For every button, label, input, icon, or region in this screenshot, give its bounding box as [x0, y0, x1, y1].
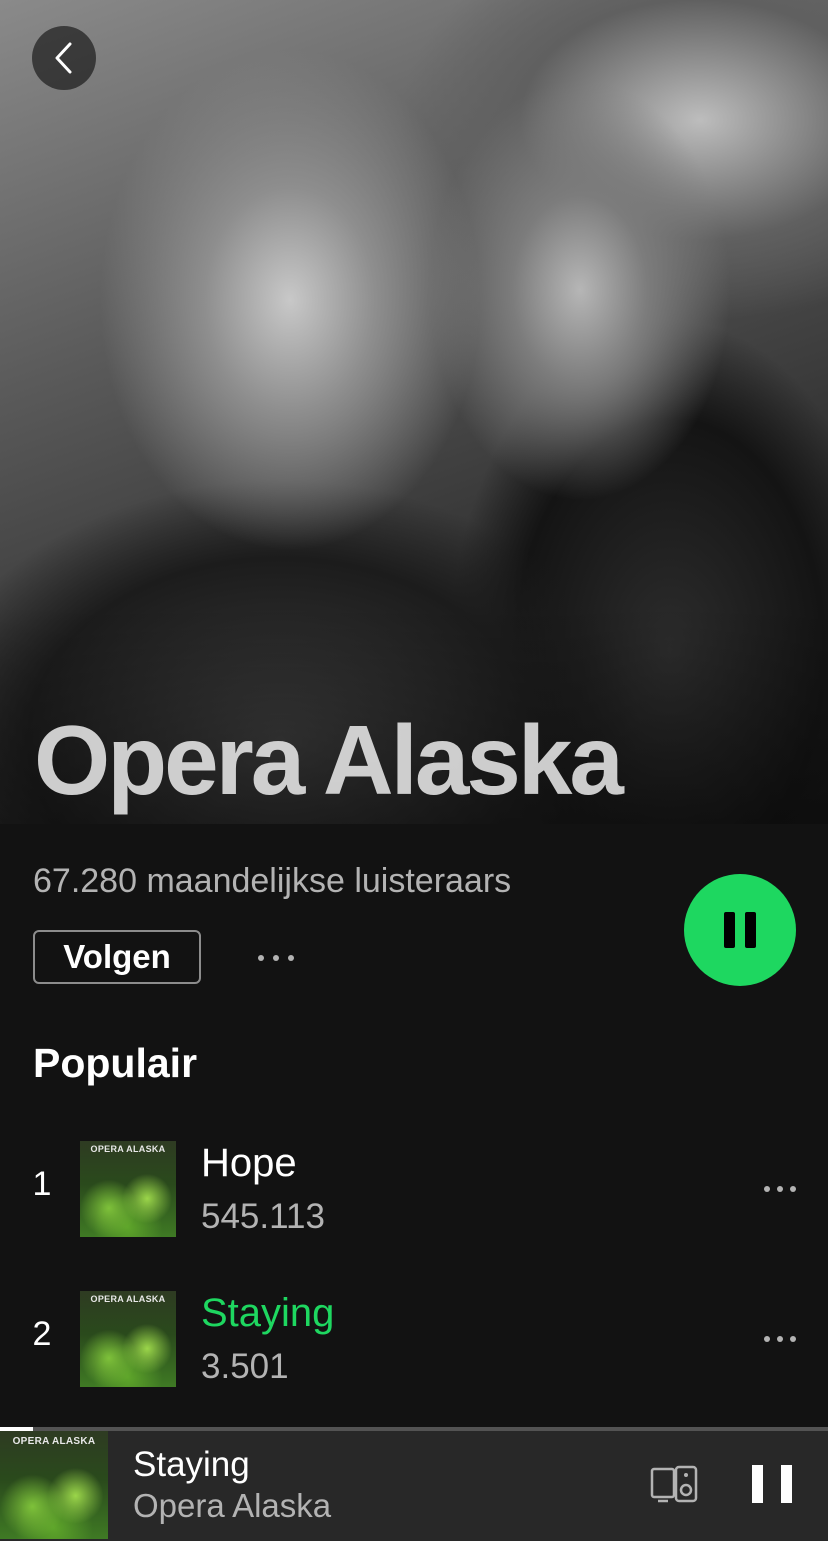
track-play-count: 3.501: [201, 1347, 289, 1386]
back-button[interactable]: [32, 26, 96, 90]
track-row[interactable]: 1 OPERA ALASKA Hope 545.113: [0, 1141, 828, 1241]
track-number: 2: [32, 1315, 52, 1353]
track-title: Hope: [201, 1141, 297, 1185]
track-play-count: 545.113: [201, 1197, 325, 1236]
ellipsis-icon: [764, 1186, 796, 1192]
artist-header-image: Opera Alaska: [0, 0, 828, 824]
cover-text: OPERA ALASKA: [90, 1294, 166, 1304]
popular-section-title: Populair: [33, 1040, 198, 1086]
devices-icon: [650, 1465, 698, 1503]
ellipsis-icon: [764, 1336, 796, 1342]
track-row[interactable]: 2 OPERA ALASKA Staying 3.501: [0, 1291, 828, 1391]
cover-text: OPERA ALASKA: [12, 1436, 96, 1447]
artist-name: Opera Alaska: [34, 705, 624, 815]
track-title: Staying: [201, 1291, 335, 1335]
track-number: 1: [32, 1165, 52, 1203]
chevron-left-icon: [55, 42, 72, 74]
mini-player[interactable]: OPERA ALASKA Staying Opera Alaska: [0, 1431, 828, 1541]
ellipsis-icon: [258, 955, 294, 961]
mini-pause-button[interactable]: [752, 1465, 792, 1509]
track-more-button[interactable]: [760, 1177, 800, 1201]
track-cover-image: OPERA ALASKA: [80, 1291, 176, 1387]
play-pause-button[interactable]: [684, 874, 796, 986]
pause-icon-bar: [781, 1465, 792, 1503]
connect-devices-button[interactable]: [650, 1465, 698, 1505]
monthly-listeners: 67.280 maandelijkse luisteraars: [33, 862, 512, 900]
cover-text: OPERA ALASKA: [90, 1144, 166, 1154]
now-playing-cover-image: OPERA ALASKA: [0, 1431, 108, 1539]
artist-more-button[interactable]: [254, 944, 298, 972]
now-playing-title: Staying: [133, 1445, 250, 1484]
track-more-button[interactable]: [760, 1327, 800, 1351]
pause-icon-bar: [752, 1465, 763, 1503]
pause-icon: [724, 912, 756, 948]
track-cover-image: OPERA ALASKA: [80, 1141, 176, 1237]
follow-button[interactable]: Volgen: [33, 930, 201, 984]
now-playing-artist: Opera Alaska: [133, 1487, 332, 1524]
